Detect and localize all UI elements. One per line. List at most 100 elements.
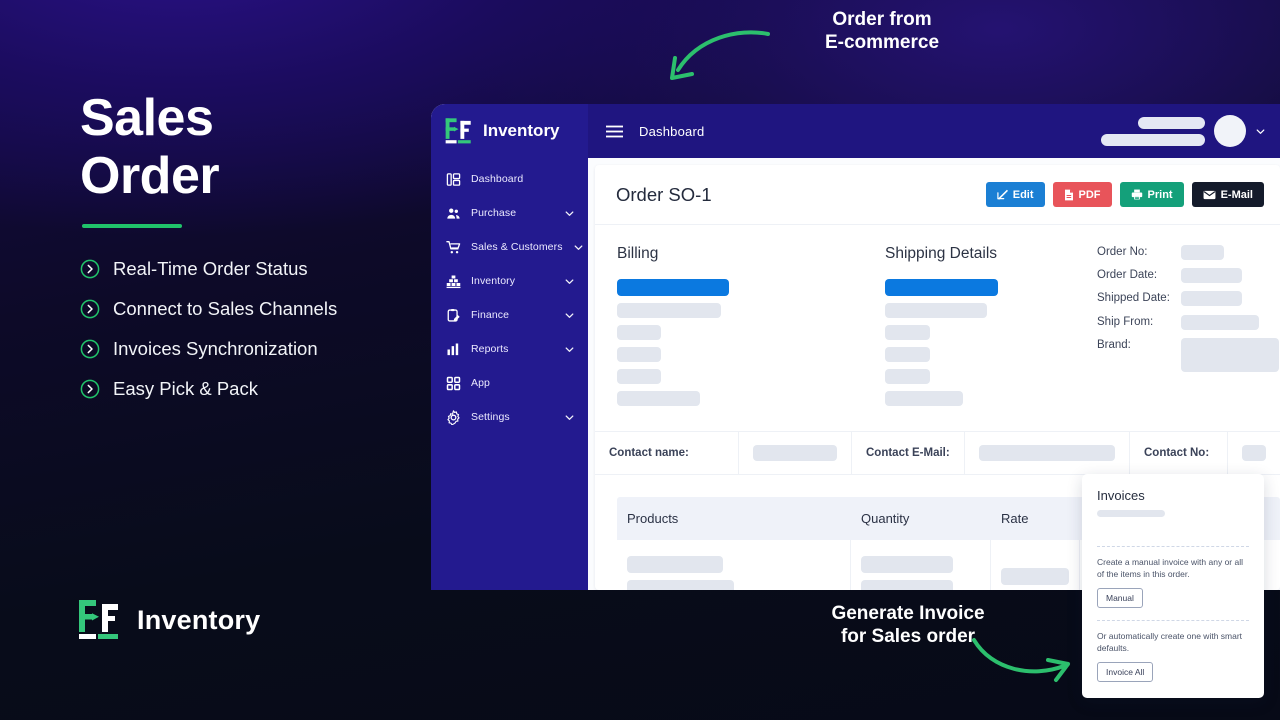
order-date-label: Order Date: bbox=[1097, 269, 1158, 282]
user-name-placeholder bbox=[1101, 116, 1205, 146]
clipboard-pen-icon bbox=[447, 308, 460, 322]
list-item-label: Invoices Synchronization bbox=[113, 338, 318, 359]
placeholder-bar bbox=[1097, 510, 1165, 517]
invoices-popover-title: Invoices bbox=[1097, 488, 1145, 503]
users-icon bbox=[447, 208, 460, 219]
topbar: Dashboard bbox=[588, 104, 1280, 158]
list-item: Connect to Sales Channels bbox=[80, 298, 430, 320]
chevron-down-icon bbox=[565, 278, 574, 284]
contact-email-value bbox=[979, 445, 1115, 461]
order-date-value bbox=[1181, 268, 1242, 284]
edit-button[interactable]: Edit bbox=[985, 182, 1045, 207]
file-pdf-icon bbox=[1064, 189, 1073, 200]
cart-icon bbox=[446, 240, 461, 253]
sidebar-item-finance[interactable]: Finance bbox=[431, 298, 588, 332]
placeholder-bar bbox=[885, 391, 963, 406]
annotation-top-line2: E-commerce bbox=[824, 32, 940, 54]
promo-title-line2: Order bbox=[80, 147, 220, 205]
bar-chart-icon bbox=[447, 343, 459, 355]
contact-email-value-cell[interactable] bbox=[965, 432, 1130, 474]
placeholder-bar bbox=[1101, 133, 1205, 146]
sidebar-item-purchase[interactable]: Purchase bbox=[431, 196, 588, 230]
annotation-bottom-line1: Generate Invoice bbox=[831, 603, 985, 624]
sidebar: Inventory Dashboard Purchase Sales & Cus… bbox=[431, 104, 588, 590]
gear-icon bbox=[447, 409, 460, 425]
placeholder-bar bbox=[885, 369, 930, 384]
chevron-down-icon bbox=[565, 312, 574, 318]
sidebar-item-app[interactable]: App bbox=[431, 366, 588, 400]
promo-feature-list: Real-Time Order Status Connect to Sales … bbox=[80, 258, 430, 400]
shipping-block: Shipping Details bbox=[885, 245, 1081, 413]
divider bbox=[1097, 546, 1249, 547]
chevron-down-icon[interactable] bbox=[1255, 126, 1266, 137]
chevron-circle-right-icon bbox=[80, 299, 100, 319]
pdf-button[interactable]: PDF bbox=[1052, 182, 1112, 207]
billing-heading: Billing bbox=[617, 245, 659, 262]
chevron-down-icon bbox=[574, 244, 583, 250]
auto-invoice-description: Or automatically create one with smart d… bbox=[1097, 631, 1243, 654]
footer-brand: Inventory bbox=[78, 598, 260, 643]
chevron-circle-right-icon bbox=[80, 339, 100, 359]
ship-from-value bbox=[1181, 314, 1259, 330]
placeholder-bar bbox=[885, 325, 930, 340]
contact-email-cell: Contact E-Mail: bbox=[852, 432, 965, 474]
sidebar-item-label: Purchase bbox=[471, 207, 517, 219]
hamburger-icon[interactable] bbox=[606, 125, 623, 138]
topbar-user-area[interactable] bbox=[1101, 115, 1266, 147]
list-item-label: Connect to Sales Channels bbox=[113, 298, 338, 319]
placeholder-bar bbox=[617, 303, 721, 318]
grid-icon bbox=[446, 376, 461, 390]
footer-brand-label: Inventory bbox=[137, 605, 261, 635]
order-no-value bbox=[1181, 245, 1224, 260]
sidebar-brand[interactable]: Inventory bbox=[431, 104, 588, 158]
billing-block: Billing bbox=[617, 245, 885, 413]
order-details: Billing Shipping Details Order No: Order… bbox=[595, 225, 1280, 432]
contact-no-value-cell[interactable] bbox=[1228, 432, 1280, 474]
contact-name-value bbox=[753, 445, 837, 461]
email-button[interactable]: E-Mail bbox=[1191, 182, 1264, 207]
list-item-label: Easy Pick & Pack bbox=[113, 378, 258, 399]
sidebar-item-reports[interactable]: Reports bbox=[431, 332, 588, 366]
annotation-top-line1: Order from bbox=[832, 9, 932, 30]
manual-invoice-button[interactable]: Manual bbox=[1097, 588, 1143, 609]
contact-name-value-cell[interactable] bbox=[739, 432, 852, 474]
print-button[interactable]: Print bbox=[1119, 182, 1184, 207]
print-button-label: Print bbox=[1147, 188, 1173, 201]
placeholder-bar bbox=[617, 347, 661, 362]
sidebar-item-label: Settings bbox=[471, 411, 510, 423]
chevron-down-icon bbox=[565, 210, 574, 216]
placeholder-bar bbox=[861, 556, 953, 573]
sidebar-item-inventory[interactable]: Inventory bbox=[431, 264, 588, 298]
order-header: Order SO-1 Edit PDF Print E-Mail bbox=[595, 165, 1280, 225]
sidebar-item-sales-customers[interactable]: Sales & Customers bbox=[431, 230, 588, 264]
sidebar-item-dashboard[interactable]: Dashboard bbox=[431, 162, 588, 196]
billing-highlight-bar bbox=[617, 279, 729, 296]
cell-quantity bbox=[851, 540, 991, 590]
sidebar-item-label: Finance bbox=[471, 309, 510, 321]
edit-button-label: Edit bbox=[1012, 188, 1034, 201]
placeholder-bar bbox=[617, 369, 661, 384]
contact-row: Contact name: Contact E-Mail: Contact No… bbox=[595, 432, 1280, 475]
invoice-all-button[interactable]: Invoice All bbox=[1097, 662, 1154, 683]
column-header-quantity: Quantity bbox=[861, 511, 910, 526]
pdf-button-label: PDF bbox=[1078, 188, 1101, 201]
contact-no-value bbox=[1242, 445, 1266, 461]
placeholder-bar bbox=[627, 580, 734, 590]
envelope-icon bbox=[1203, 190, 1216, 199]
shipped-date-label: Shipped Date: bbox=[1097, 292, 1170, 305]
contact-email-label: Contact E-Mail: bbox=[866, 447, 950, 459]
cell-rate bbox=[991, 540, 1080, 590]
cell-products bbox=[617, 540, 851, 590]
brand-value bbox=[1181, 337, 1279, 372]
avatar[interactable] bbox=[1214, 115, 1246, 147]
sidebar-item-settings[interactable]: Settings bbox=[431, 400, 588, 434]
sidebar-brand-label: Inventory bbox=[483, 121, 560, 140]
placeholder-bar bbox=[1138, 116, 1205, 129]
dashboard-icon bbox=[446, 172, 461, 186]
annotation-arrow-top-icon bbox=[670, 30, 770, 80]
promo-title-line1: Sales bbox=[80, 89, 214, 147]
invoices-popover: Invoices Create a manual invoice with an… bbox=[1082, 474, 1264, 699]
sidebar-item-label: Inventory bbox=[471, 275, 516, 287]
placeholder-bar bbox=[861, 580, 953, 590]
sidebar-nav: Dashboard Purchase Sales & Customers Inv… bbox=[431, 158, 588, 434]
